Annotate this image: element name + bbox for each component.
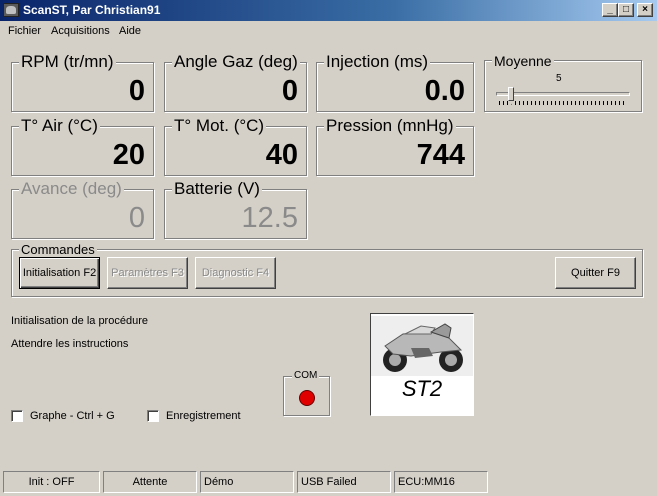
bike-picture: ST2 xyxy=(370,313,474,416)
angle-gaz-label: Angle Gaz (deg) xyxy=(172,52,300,72)
status-init: Init : OFF xyxy=(3,471,100,493)
status-usb: USB Failed xyxy=(297,471,391,493)
t-air-label: T° Air (°C) xyxy=(19,116,100,136)
enregistrement-label[interactable]: Enregistrement xyxy=(166,410,241,422)
angle-gaz-gauge: Angle Gaz (deg) 0 xyxy=(164,52,307,112)
moyenne-slider-track[interactable] xyxy=(496,92,630,96)
commandes-label: Commandes xyxy=(19,242,97,257)
t-air-value: 20 xyxy=(112,139,145,171)
menu-aide[interactable]: Aide xyxy=(119,25,141,37)
batterie-label: Batterie (V) xyxy=(172,179,262,199)
moyenne-label: Moyenne xyxy=(492,53,554,69)
window-title: ScanST, Par Christian91 xyxy=(23,3,161,17)
avance-gauge: Avance (deg) 0 xyxy=(11,179,154,239)
maximize-button[interactable]: □ xyxy=(618,3,634,17)
rpm-gauge: RPM (tr/mn) 0 xyxy=(11,52,154,112)
rpm-label: RPM (tr/mn) xyxy=(19,52,116,72)
com-label: COM xyxy=(292,370,320,381)
batterie-gauge: Batterie (V) 12.5 xyxy=(164,179,307,239)
batterie-value: 12.5 xyxy=(241,202,298,234)
com-indicator: COM xyxy=(283,370,330,416)
bike-caption: ST2 xyxy=(401,376,443,401)
pression-gauge: Pression (mnHg) 744 xyxy=(316,116,474,176)
pression-value: 744 xyxy=(416,139,465,171)
pression-label: Pression (mnHg) xyxy=(324,116,456,136)
motorcycle-icon xyxy=(371,316,473,376)
injection-label: Injection (ms) xyxy=(324,52,431,72)
injection-value: 0.0 xyxy=(424,75,465,107)
menu-fichier[interactable]: Fichier xyxy=(8,25,41,37)
avance-value: 0 xyxy=(128,202,145,234)
message-line-2: Attendre les instructions xyxy=(11,338,129,350)
diag-button[interactable]: Diagnostic F4 xyxy=(195,257,276,289)
moyenne-slider-thumb[interactable] xyxy=(508,87,514,106)
enregistrement-checkbox[interactable] xyxy=(147,410,159,422)
minimize-button[interactable]: _ xyxy=(602,3,618,17)
params-button[interactable]: Paramètres F3 xyxy=(107,257,188,289)
close-button[interactable]: × xyxy=(637,3,653,17)
graphe-checkbox[interactable] xyxy=(11,410,23,422)
t-mot-value: 40 xyxy=(265,139,298,171)
angle-gaz-value: 0 xyxy=(281,75,298,107)
init-button[interactable]: Initialisation F2 xyxy=(19,257,100,289)
commandes-group: Commandes xyxy=(11,242,643,297)
status-bar: Init : OFF Attente Démo USB Failed ECU:M… xyxy=(0,470,657,496)
t-mot-label: T° Mot. (°C) xyxy=(172,116,267,136)
status-mode: Démo xyxy=(200,471,294,493)
status-ecu: ECU:MM16 xyxy=(394,471,488,493)
injection-gauge: Injection (ms) 0.0 xyxy=(316,52,474,112)
message-line-1: Initialisation de la procédure xyxy=(11,315,148,327)
avance-label: Avance (deg) xyxy=(19,179,124,199)
moyenne-slider-ticks xyxy=(499,101,627,105)
graphe-label[interactable]: Graphe - Ctrl + G xyxy=(30,410,115,422)
moyenne-value: 5 xyxy=(556,73,562,84)
quit-button[interactable]: Quitter F9 xyxy=(555,257,636,289)
com-led-icon xyxy=(299,390,315,406)
app-icon[interactable] xyxy=(3,3,19,17)
status-attente: Attente xyxy=(103,471,197,493)
t-mot-gauge: T° Mot. (°C) 40 xyxy=(164,116,307,176)
title-bar: ScanST, Par Christian91 _ □ × xyxy=(0,0,657,21)
rpm-value: 0 xyxy=(128,75,145,107)
menu-acquisitions[interactable]: Acquisitions xyxy=(51,25,110,37)
t-air-gauge: T° Air (°C) 20 xyxy=(11,116,154,176)
menu-bar: Fichier Acquisitions Aide xyxy=(0,21,657,40)
